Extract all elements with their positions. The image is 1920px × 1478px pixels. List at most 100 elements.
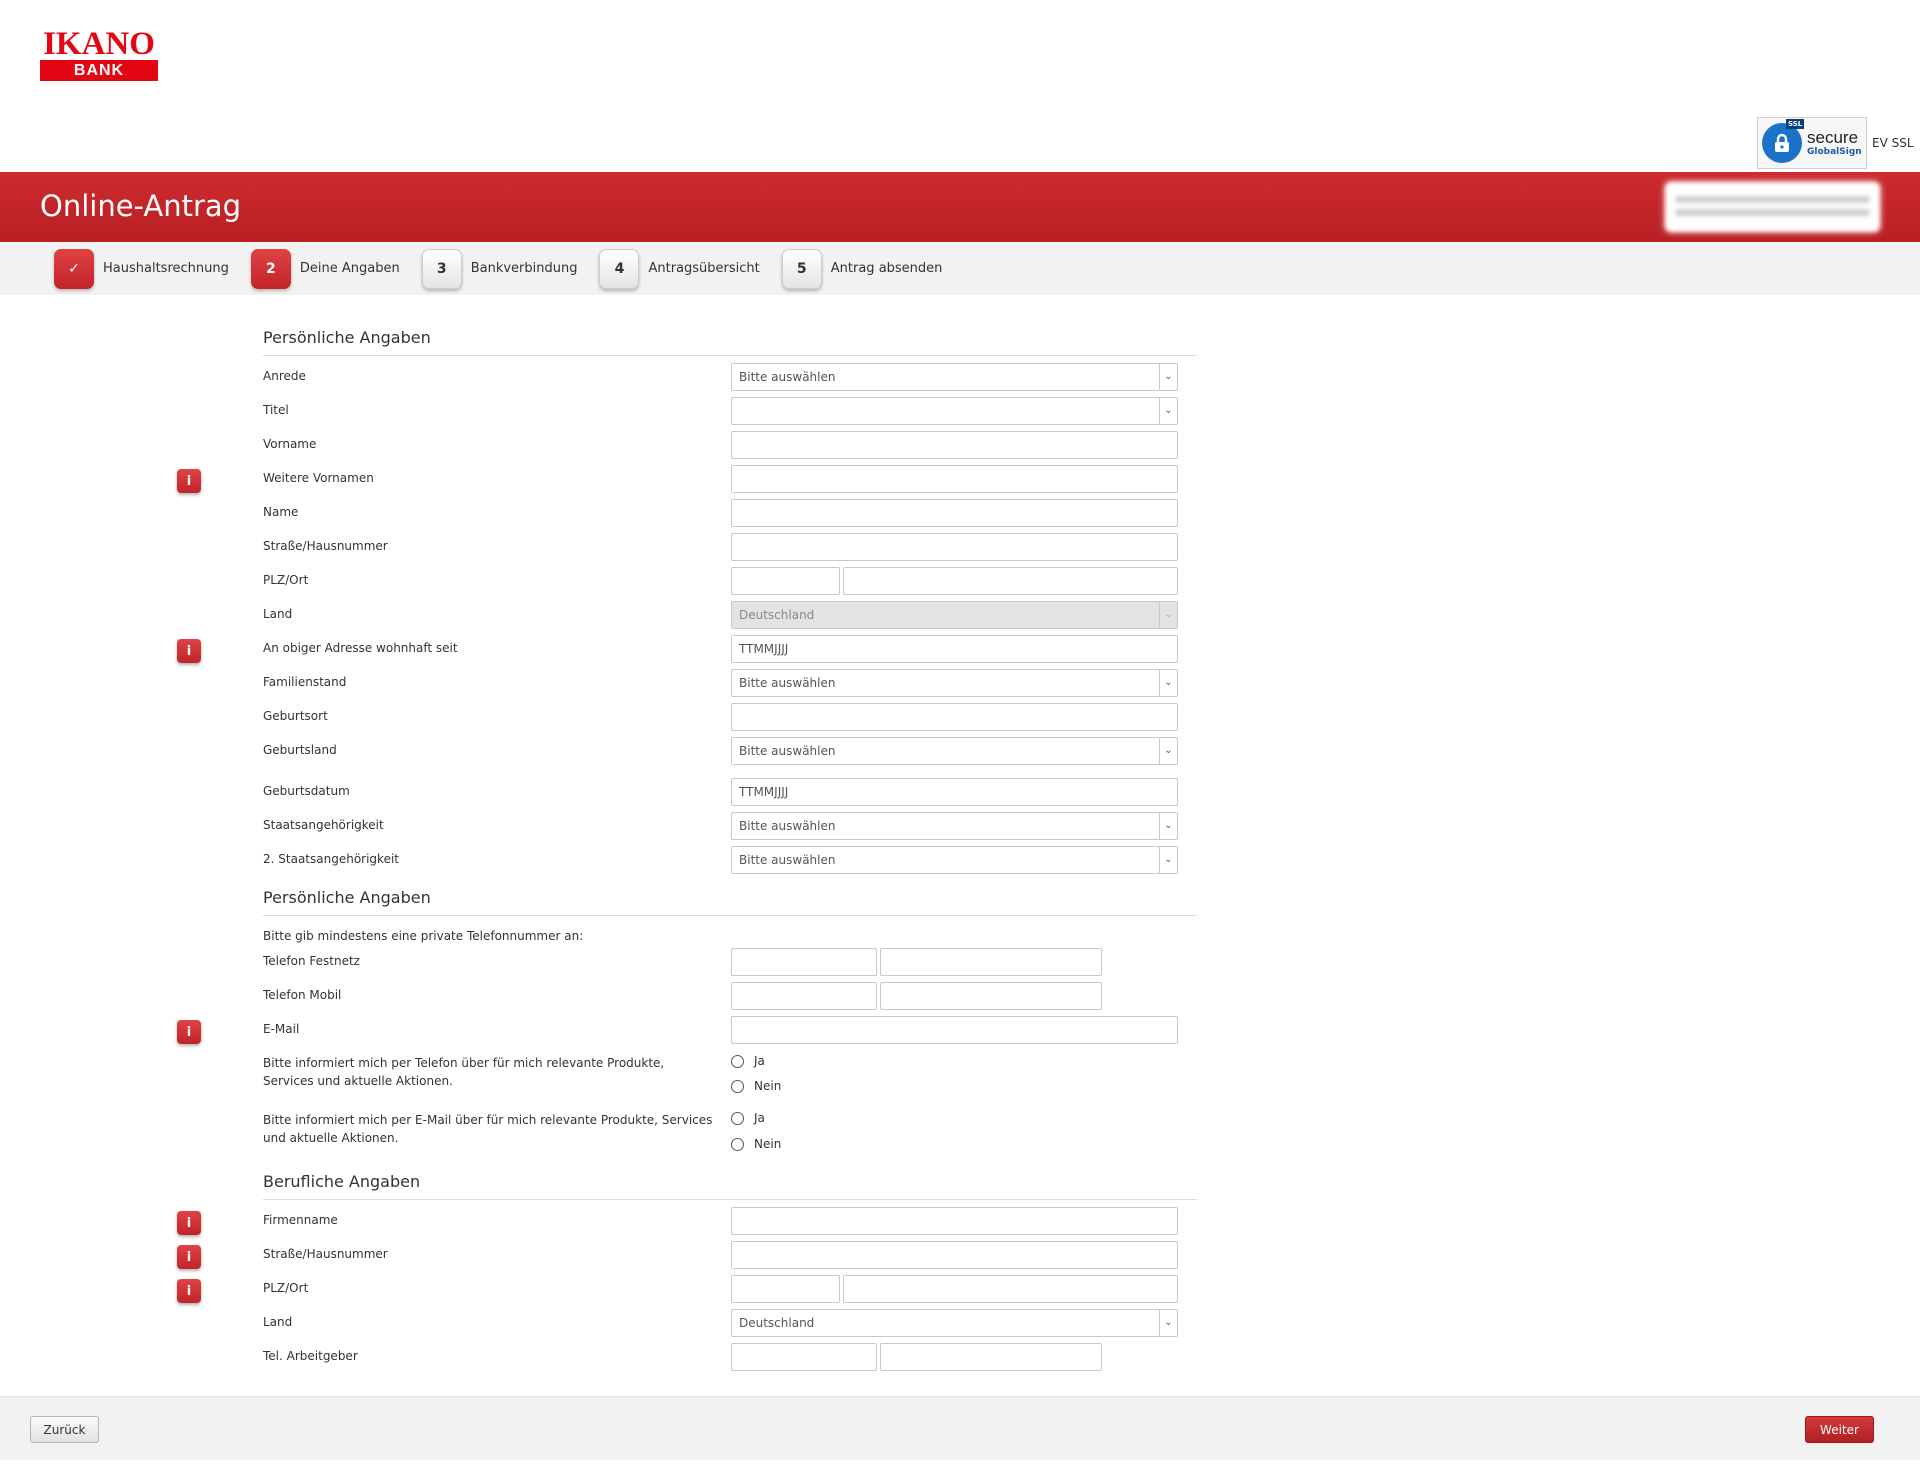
phone-consent-no-radio[interactable]: Nein: [731, 1079, 781, 1093]
label-telefon-festnetz: Telefon Festnetz: [263, 954, 360, 968]
label-telefon-mobil: Telefon Mobil: [263, 988, 342, 1002]
step-label: Haushaltsrechnung: [103, 261, 229, 276]
staatsangehoerigkeit-select-value: Bitte auswählen: [739, 819, 836, 833]
email-consent-no-radio[interactable]: Nein: [731, 1137, 781, 1151]
blurred-line: [1675, 209, 1870, 216]
section-title-contact: Persönliche Angaben: [263, 888, 1197, 916]
familienstand-select[interactable]: Bitte auswählen ⌄: [731, 669, 1178, 697]
lock-icon: SSL: [1762, 119, 1805, 163]
plz-input[interactable]: [731, 567, 840, 595]
label-geburtsland: Geburtsland: [263, 743, 337, 757]
step-label: Antragsübersicht: [648, 261, 760, 276]
ssl-tag: SSL: [1786, 119, 1805, 129]
mobil-nummer-input[interactable]: [880, 982, 1102, 1010]
staatsangehoerigkeit-2-select-value: Bitte auswählen: [739, 853, 836, 867]
radio-circle: [731, 1079, 744, 1093]
label-land: Land: [263, 607, 293, 621]
phone-consent-yes-radio[interactable]: Ja: [731, 1054, 765, 1068]
label-plz-ort: PLZ/Ort: [263, 573, 309, 587]
email-consent-text: Bitte informiert mich per E-Mail über fü…: [263, 1113, 713, 1145]
chevron-down-icon: ⌄: [1159, 398, 1177, 424]
geburtsdatum-input[interactable]: TTMMJJJJ: [731, 778, 1178, 806]
label-anrede: Anrede: [263, 369, 306, 383]
titel-select[interactable]: ⌄: [731, 397, 1178, 425]
job-ort-input[interactable]: [843, 1275, 1178, 1303]
chevron-down-icon: ⌄: [1159, 1310, 1177, 1336]
radio-label: Nein: [754, 1137, 782, 1151]
back-button[interactable]: Zurück: [30, 1416, 99, 1443]
festnetz-nummer-input[interactable]: [880, 948, 1102, 976]
label-job-strasse: Straße/Hausnummer: [263, 1247, 388, 1261]
vorname-input[interactable]: [731, 431, 1178, 459]
next-button[interactable]: Weiter: [1805, 1416, 1874, 1443]
info-icon[interactable]: i: [177, 1279, 201, 1303]
info-icon[interactable]: i: [177, 639, 201, 663]
chevron-down-icon: ⌄: [1159, 738, 1177, 764]
label-job-land: Land: [263, 1315, 293, 1329]
familienstand-select-value: Bitte auswählen: [739, 676, 836, 690]
section-title-job: Berufliche Angaben: [263, 1172, 1197, 1200]
info-icon[interactable]: i: [177, 1020, 201, 1044]
wohnhaft-seit-input[interactable]: TTMMJJJJ: [731, 635, 1178, 663]
step-antrag-absenden: 5 Antrag absenden: [781, 248, 943, 289]
arbeitgeber-nummer-input[interactable]: [880, 1343, 1102, 1371]
radio-label: Nein: [754, 1079, 782, 1093]
radio-circle: [731, 1111, 744, 1125]
label-strasse: Straße/Hausnummer: [263, 539, 388, 553]
step-label: Antrag absenden: [830, 261, 943, 276]
label-familienstand: Familienstand: [263, 675, 347, 689]
email-input[interactable]: [731, 1016, 1178, 1044]
step-antragsuebersicht: 4 Antragsübersicht: [599, 248, 760, 289]
festnetz-vorwahl-input[interactable]: [731, 948, 877, 976]
page-title: Online-Antrag: [40, 189, 242, 223]
phone-consent-text: Bitte informiert mich per Telefon über f…: [263, 1056, 665, 1088]
step-deine-angaben[interactable]: 2 Deine Angaben: [250, 248, 400, 289]
name-input[interactable]: [731, 499, 1178, 527]
info-icon[interactable]: i: [177, 1245, 201, 1269]
staatsangehoerigkeit-select[interactable]: Bitte auswählen ⌄: [731, 812, 1178, 840]
label-job-plz-ort: PLZ/Ort: [263, 1281, 309, 1295]
step-label: Bankverbindung: [470, 261, 578, 276]
land-select-value: Deutschland: [739, 608, 815, 622]
mobil-vorwahl-input[interactable]: [731, 982, 877, 1010]
label-wohnhaft-seit: An obiger Adresse wohnhaft seit: [263, 641, 458, 655]
job-strasse-input[interactable]: [731, 1241, 1178, 1269]
ikano-bank-logo[interactable]: IKANO BANK: [40, 26, 158, 81]
geburtsland-select[interactable]: Bitte auswählen ⌄: [731, 737, 1178, 765]
label-vorname: Vorname: [263, 437, 317, 451]
job-land-select[interactable]: Deutschland ⌄: [731, 1309, 1178, 1337]
job-plz-input[interactable]: [731, 1275, 840, 1303]
step-haushaltsrechnung[interactable]: ✓ Haushaltsrechnung: [54, 248, 229, 289]
label-geburtsort: Geburtsort: [263, 709, 328, 723]
label-name: Name: [263, 505, 299, 519]
label-titel: Titel: [263, 403, 289, 417]
ssl-secure-label: secure: [1807, 128, 1859, 147]
firmenname-input[interactable]: [731, 1207, 1178, 1235]
geburtsland-select-value: Bitte auswählen: [739, 744, 836, 758]
ssl-seal[interactable]: SSL secure GlobalSign EV SSL: [1757, 117, 1914, 169]
staatsangehoerigkeit-2-select[interactable]: Bitte auswählen ⌄: [731, 846, 1178, 874]
label-weitere-vornamen: Weitere Vornamen: [263, 471, 374, 485]
ort-input[interactable]: [843, 567, 1178, 595]
geburtsort-input[interactable]: [731, 703, 1178, 731]
radio-circle: [731, 1137, 744, 1151]
anrede-select[interactable]: Bitte auswählen ⌄: [731, 363, 1178, 391]
label-staatsangehoerigkeit: Staatsangehörigkeit: [263, 818, 384, 832]
label-email: E-Mail: [263, 1022, 300, 1036]
info-icon[interactable]: i: [177, 469, 201, 493]
info-icon[interactable]: i: [177, 1211, 201, 1235]
arbeitgeber-vorwahl-input[interactable]: [731, 1343, 877, 1371]
radio-label: Ja: [754, 1111, 765, 1125]
email-consent-yes-radio[interactable]: Ja: [731, 1111, 765, 1125]
weitere-vornamen-input[interactable]: [731, 465, 1178, 493]
logo-wordmark: IKANO: [43, 26, 155, 62]
step-number: 3: [421, 248, 462, 289]
anrede-select-value: Bitte auswählen: [739, 370, 836, 384]
ssl-globalsign-label: GlobalSign: [1807, 147, 1862, 157]
step-number: 2: [250, 248, 291, 289]
step-navigation: ✓ Haushaltsrechnung 2 Deine Angaben 3 Ba…: [0, 242, 1920, 295]
logo-bank-label: BANK: [40, 60, 158, 81]
strasse-input[interactable]: [731, 533, 1178, 561]
radio-label: Ja: [754, 1054, 765, 1068]
globalsign-badge[interactable]: SSL secure GlobalSign: [1757, 117, 1867, 169]
